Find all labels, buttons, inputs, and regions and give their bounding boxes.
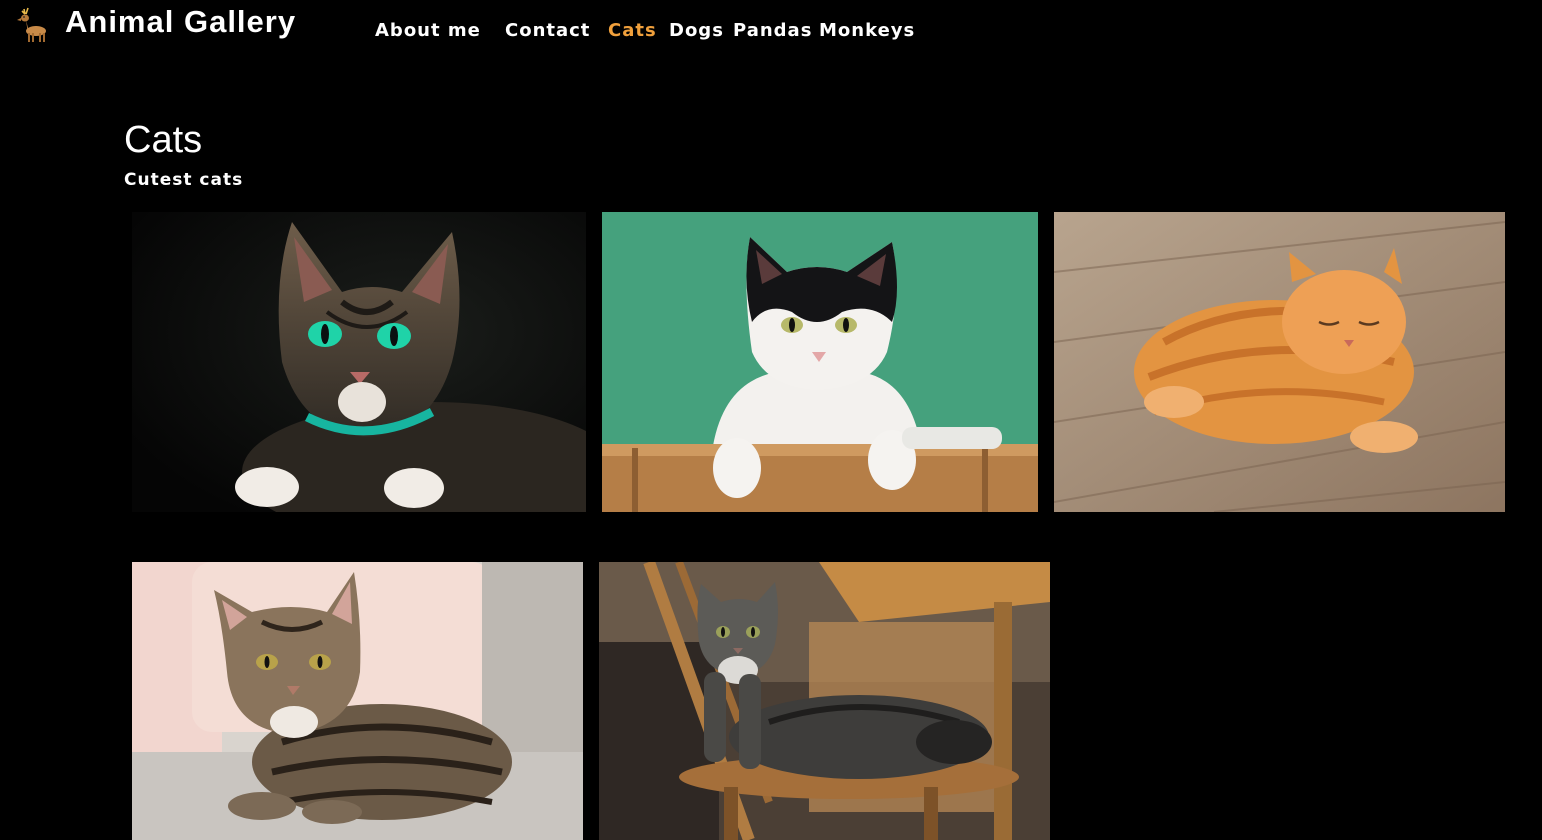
page: Animal Gallery About me Contact Cats Dog…	[0, 0, 1542, 840]
gallery-photo-tabby-sofa[interactable]	[132, 562, 583, 840]
nav-item-cats[interactable]: Cats	[608, 20, 657, 41]
header: Animal Gallery About me Contact Cats Dog…	[0, 0, 1542, 60]
page-subtitle: Cutest cats	[124, 170, 244, 190]
page-title: Cats	[124, 119, 203, 161]
nav-item-monkeys[interactable]: Monkeys	[819, 20, 915, 41]
nav-item-pandas[interactable]: Pandas	[733, 20, 812, 41]
gallery-photo-black-white-cat[interactable]	[602, 212, 1038, 512]
deer-icon[interactable]	[14, 6, 50, 44]
nav-item-contact[interactable]: Contact	[505, 20, 590, 41]
gallery-photo-orange-cat[interactable]	[1054, 212, 1505, 512]
nav-item-dogs[interactable]: Dogs	[669, 20, 724, 41]
gallery-photo-tabby-dark[interactable]	[132, 212, 586, 512]
nav-item-about-me[interactable]: About me	[375, 20, 481, 41]
gallery-photo-grey-cat-chair[interactable]	[599, 562, 1050, 840]
site-title[interactable]: Animal Gallery	[65, 4, 296, 40]
